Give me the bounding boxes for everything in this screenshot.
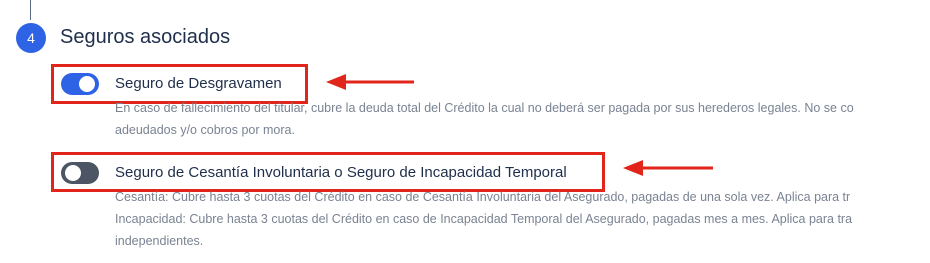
cesantia-description-line: Cesantía: Cubre hasta 3 cuotas del Crédi…	[115, 190, 851, 204]
annotation-arrow-icon	[326, 74, 414, 90]
incapacidad-description-line: Incapacidad: Cubre hasta 3 cuotas del Cr…	[115, 212, 853, 226]
insurance-section: 4 Seguros asociados Seguro de Desgravame…	[0, 0, 930, 263]
step-number-badge: 4	[16, 23, 46, 53]
annotation-arrow-icon	[623, 160, 713, 176]
section-title: Seguros asociados	[60, 26, 231, 48]
desgravamen-label: Seguro de Desgravamen	[115, 75, 282, 92]
stepper-connector-line	[30, 0, 31, 20]
desgravamen-description-line: adeudados y/o cobros por mora.	[115, 123, 295, 137]
cesantia-incapacidad-toggle[interactable]	[61, 162, 99, 184]
toggle-knob	[79, 76, 95, 92]
cesantia-incapacidad-label: Seguro de Cesantía Involuntaria o Seguro…	[115, 164, 567, 181]
desgravamen-toggle[interactable]	[61, 73, 99, 95]
desgravamen-description-line: En caso de fallecimiento del titular, cu…	[115, 101, 854, 115]
incapacidad-description-line: independientes.	[115, 234, 204, 248]
toggle-knob	[65, 165, 81, 181]
